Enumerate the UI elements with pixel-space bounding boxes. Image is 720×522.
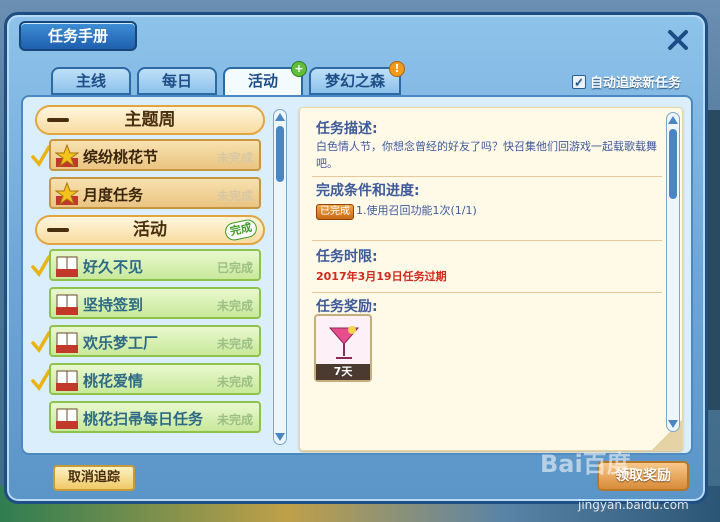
list-item: 桃花爱情 未完成 [29,363,277,397]
book-icon [56,408,78,429]
divider [312,292,662,293]
task-tabs: 主线 每日 活动 + 梦幻之森 ! [51,61,405,97]
description-title: 任务描述: [316,121,378,137]
tab-main[interactable]: 主线 [51,67,131,95]
tab-label: 每日 [161,72,192,90]
book-icon [56,370,78,391]
untrack-button[interactable]: 取消追踪 [53,465,135,491]
tab-content-panel: 主题周 缤纷桃花节 未完成 月度任务 未完成 活动 完成 好久不见 已完成 坚持… [21,95,693,455]
collapse-icon [47,118,69,122]
tab-label: 活动 [247,72,278,90]
scroll-down-icon[interactable] [667,419,679,429]
star-badge-icon [55,182,79,206]
scroll-down-icon[interactable] [274,432,286,442]
task-detail-panel: 任务描述: 白色情人节，你想念曾经的好友了吗？快召集他们回游戏一起载歌载舞吧。 … [299,107,683,451]
group-header-event[interactable]: 活动 完成 [35,215,265,245]
group-header-label: 主题周 [124,110,176,130]
book-icon [56,256,78,277]
task-name: 欢乐梦工厂 [83,334,159,352]
description-text: 白色情人节，你想念曾经的好友了吗？快召集他们回游戏一起载歌载舞吧。 [316,140,657,170]
task-item-button[interactable]: 好久不见 已完成 [49,249,261,281]
new-badge-icon: + [291,61,307,77]
tracked-check-icon[interactable] [31,255,51,277]
task-manual-dialog: 任务手册 ✓ 自动追踪新任务 主线 每日 活动 + 梦幻之森 ! 主题周 缤纷桃… [4,12,708,504]
tab-label: 梦幻之森 [324,72,385,90]
time-limit-title: 任务时限: [316,249,378,265]
task-item-button[interactable]: 桃花扫帚每日任务 未完成 [49,401,261,433]
scroll-up-icon[interactable] [274,112,286,122]
task-name: 桃花爱情 [83,372,144,390]
star-badge-icon [55,144,79,168]
list-item: 缤纷桃花节 未完成 [29,139,277,173]
book-icon [56,294,78,315]
cocktail-icon [328,326,360,359]
list-item: 好久不见 已完成 [29,249,277,283]
auto-track-toggle[interactable]: ✓ 自动追踪新任务 [572,72,681,91]
book-icon [56,332,78,353]
tab-event[interactable]: 活动 + [223,61,307,97]
watermark-logo: Bai百度 [540,450,631,478]
scrollbar-thumb[interactable] [276,126,284,182]
collapse-icon [47,228,69,232]
task-item-button[interactable]: 桃花爱情 未完成 [49,363,261,395]
scrollbar-thumb[interactable] [669,129,677,199]
deadline-text: 2017年3月19日任务过期 [316,270,447,283]
tracked-check-icon[interactable] [31,369,51,391]
list-item: 月度任务 未完成 [29,177,277,211]
dialog-title: 任务手册 [19,21,137,51]
reward-item-card[interactable]: 7天 [314,314,372,382]
reward-title: 任务奖励: [316,299,378,315]
alert-badge-icon: ! [389,61,405,77]
reward-duration: 7天 [316,364,370,380]
tracked-check-icon[interactable] [31,331,51,353]
condition-title: 完成条件和进度: [316,183,420,199]
tab-dream-forest[interactable]: 梦幻之森 ! [309,61,405,95]
task-status: 已完成 [216,261,253,275]
task-status: 未完成 [216,151,253,165]
scroll-up-icon[interactable] [667,115,679,125]
task-name: 好久不见 [83,258,144,276]
task-item-button[interactable]: 欢乐梦工厂 未完成 [49,325,261,357]
task-item-button[interactable]: 月度任务 未完成 [49,177,261,209]
group-header-theme-week[interactable]: 主题周 [35,105,265,135]
condition-row: 已完成 1.使用召回功能1次(1/1) [316,202,666,220]
completed-tag: 已完成 [316,204,354,220]
auto-track-checkbox[interactable]: ✓ [572,74,586,89]
completed-stamp: 完成 [223,217,259,243]
tab-daily[interactable]: 每日 [137,67,217,95]
task-list-scrollbar[interactable] [273,109,287,445]
task-status: 未完成 [216,413,253,427]
watermark-url: jingyan.baidu.com [578,498,689,512]
task-name: 月度任务 [83,186,144,204]
task-name: 缤纷桃花节 [83,148,159,166]
task-status: 未完成 [216,189,253,203]
auto-track-label: 自动追踪新任务 [590,76,682,91]
condition-text: 1.使用召回功能1次(1/1) [356,204,477,217]
task-item-button[interactable]: 缤纷桃花节 未完成 [49,139,261,171]
group-header-label: 活动 [133,220,167,240]
tracked-check-icon[interactable] [31,145,51,167]
list-item: 坚持签到 未完成 [29,287,277,321]
divider [312,240,662,241]
task-item-button[interactable]: 坚持签到 未完成 [49,287,261,319]
tab-label: 主线 [75,72,106,90]
divider [312,176,662,177]
task-name: 桃花扫帚每日任务 [83,410,204,428]
detail-scrollbar[interactable] [666,112,680,432]
task-list: 主题周 缤纷桃花节 未完成 月度任务 未完成 活动 完成 好久不见 已完成 坚持… [29,103,277,449]
list-item: 欢乐梦工厂 未完成 [29,325,277,359]
task-status: 未完成 [216,375,253,389]
list-item: 桃花扫帚每日任务 未完成 [29,401,277,435]
task-name: 坚持签到 [83,296,144,314]
task-status: 未完成 [216,299,253,313]
task-status: 未完成 [216,337,253,351]
close-icon[interactable] [665,27,691,53]
